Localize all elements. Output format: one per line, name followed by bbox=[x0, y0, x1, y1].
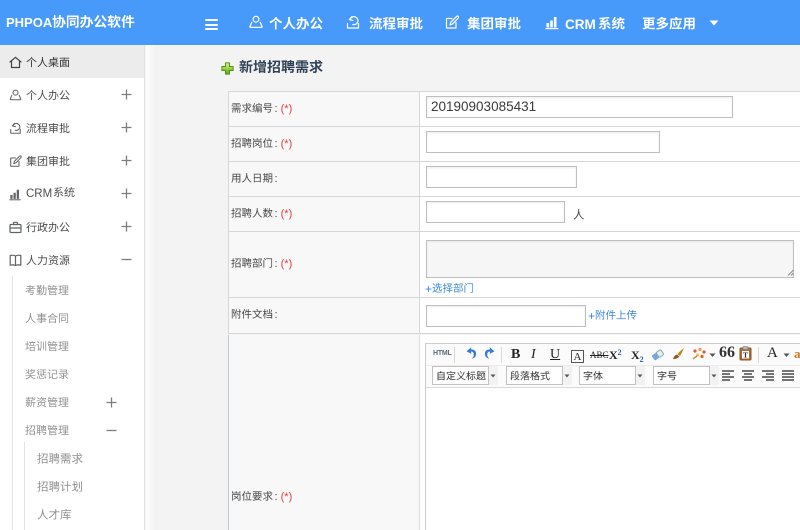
svg-text:T: T bbox=[743, 350, 748, 359]
